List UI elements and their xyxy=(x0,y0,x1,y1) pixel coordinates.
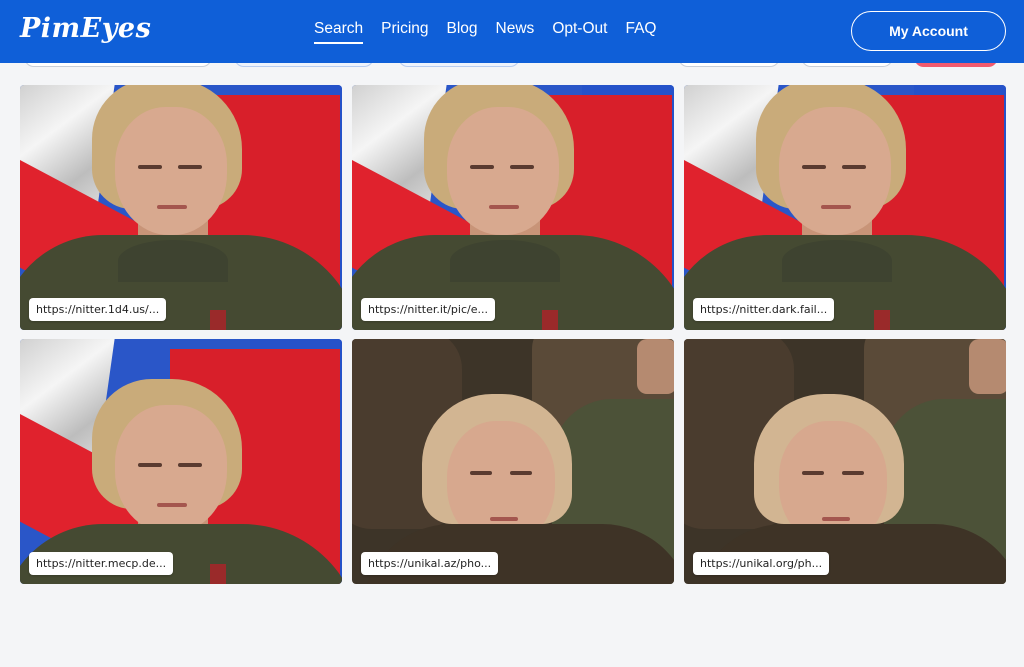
nav-pricing[interactable]: Pricing xyxy=(381,20,428,44)
result-thumbnail xyxy=(352,339,674,584)
results-grid: https://nitter.1d4.us/... https://nitter… xyxy=(20,85,1006,584)
result-source-url[interactable]: https://nitter.it/pic/e... xyxy=(361,298,495,321)
filter-control[interactable] xyxy=(398,63,520,67)
result-source-url[interactable]: https://unikal.org/ph... xyxy=(693,552,830,575)
nav-news[interactable]: News xyxy=(496,20,535,44)
result-thumbnail xyxy=(20,85,342,330)
result-thumbnail xyxy=(352,85,674,330)
nav-faq[interactable]: FAQ xyxy=(625,20,656,44)
result-source-url[interactable]: https://nitter.mecp.de... xyxy=(29,552,174,575)
result-card[interactable]: https://nitter.dark.fail... xyxy=(684,85,1006,330)
nav-search[interactable]: Search xyxy=(314,20,364,44)
result-source-url[interactable]: https://nitter.1d4.us/... xyxy=(29,298,167,321)
nav-opt-out[interactable]: Opt-Out xyxy=(552,20,607,44)
result-card[interactable]: https://nitter.mecp.de... xyxy=(20,339,342,584)
my-account-button[interactable]: My Account xyxy=(851,11,1006,51)
filter-control[interactable] xyxy=(914,63,998,67)
main-nav: Search Pricing Blog News Opt-Out FAQ xyxy=(314,20,656,44)
result-thumbnail xyxy=(684,339,1006,584)
result-card[interactable]: https://nitter.it/pic/e... xyxy=(352,85,674,330)
filter-control[interactable] xyxy=(24,63,212,67)
result-source-url[interactable]: https://nitter.dark.fail... xyxy=(693,298,835,321)
result-card[interactable]: https://unikal.az/pho... xyxy=(352,339,674,584)
pimeyes-logo[interactable]: PimEyes xyxy=(20,13,151,44)
result-source-url[interactable]: https://unikal.az/pho... xyxy=(361,552,499,575)
filter-toolbar xyxy=(0,63,1024,83)
filter-control[interactable] xyxy=(234,63,374,67)
nav-blog[interactable]: Blog xyxy=(447,20,478,44)
result-thumbnail xyxy=(684,85,1006,330)
result-card[interactable]: https://unikal.org/ph... xyxy=(684,339,1006,584)
result-card[interactable]: https://nitter.1d4.us/... xyxy=(20,85,342,330)
filter-control[interactable] xyxy=(678,63,780,67)
filter-control[interactable] xyxy=(801,63,893,67)
top-navigation-bar: PimEyes Search Pricing Blog News Opt-Out… xyxy=(0,0,1024,63)
result-thumbnail xyxy=(20,339,342,584)
